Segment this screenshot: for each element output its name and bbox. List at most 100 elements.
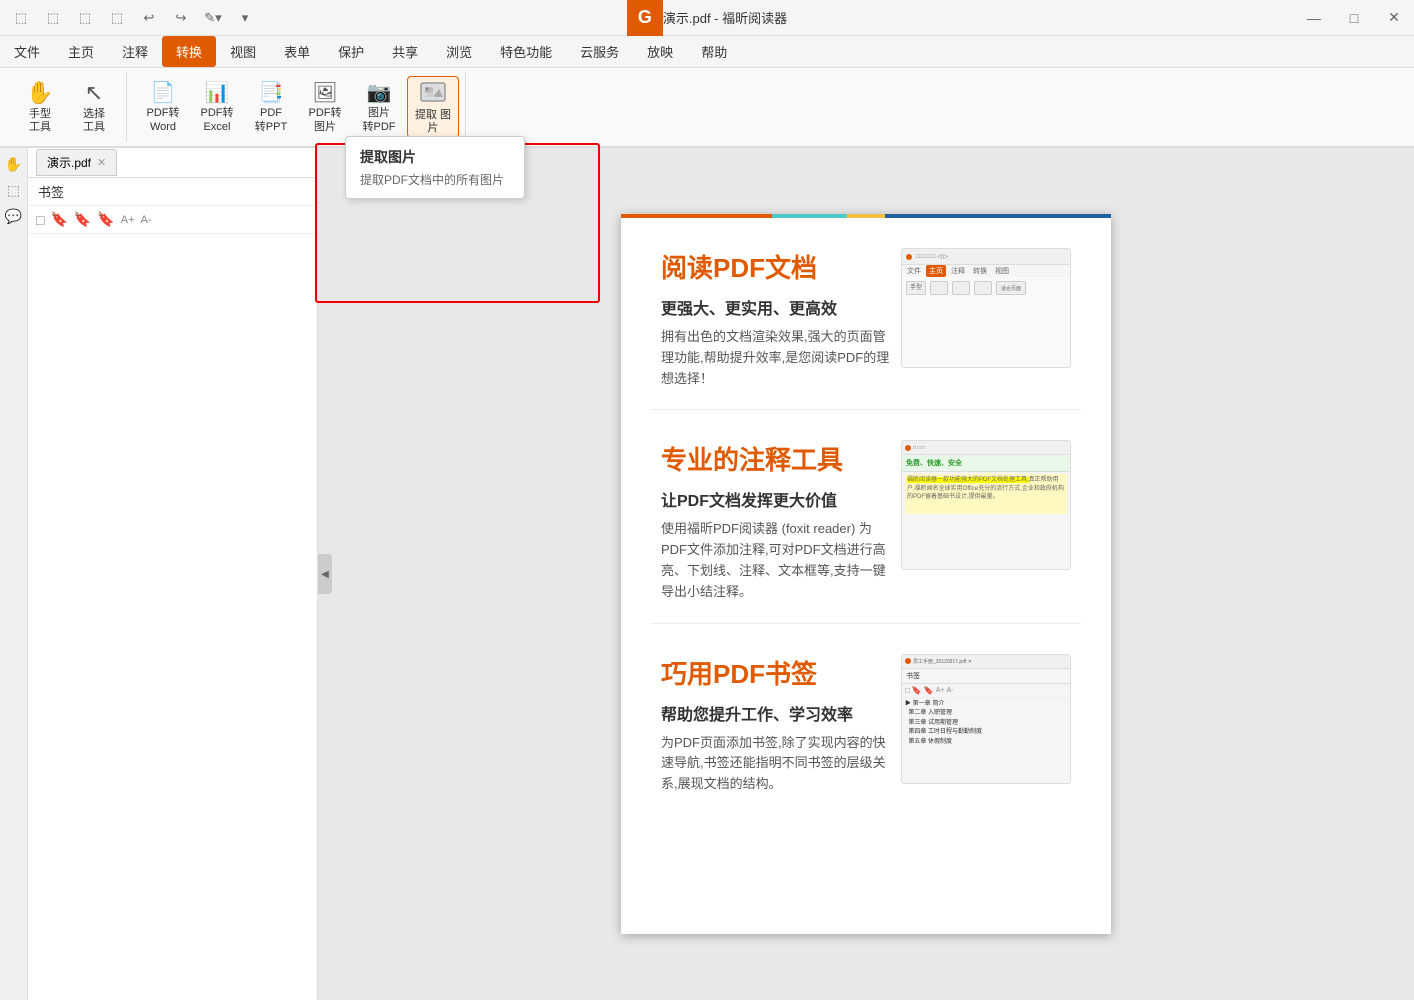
menu-convert[interactable]: 转换 <box>162 36 216 67</box>
copy-icon[interactable]: ⬚ <box>38 0 68 35</box>
menu-home[interactable]: 主页 <box>54 36 108 67</box>
select-icon: ↖ <box>85 80 103 106</box>
mini-btn-4 <box>974 281 992 295</box>
app-logo[interactable]: G <box>627 0 663 36</box>
close-button[interactable]: ✕ <box>1374 0 1414 35</box>
mini-tab-convert: 转换 <box>970 265 990 277</box>
window-title: 演示.pdf - 福昕阅读器 <box>663 8 787 27</box>
mini-btn-3 <box>952 281 970 295</box>
minimize-button[interactable]: — <box>1294 0 1334 35</box>
print-icon[interactable]: ⬚ <box>70 0 100 35</box>
pdf-to-word-button[interactable]: 📄 PDF转Word <box>137 76 189 138</box>
hand-tool-button[interactable]: ✋ 手型工具 <box>14 76 66 138</box>
undo-icon[interactable]: ↩ <box>134 0 164 35</box>
file-tab-close[interactable]: ✕ <box>97 156 106 169</box>
title-bar: G ⬚ ⬚ ⬚ ⬚ ↩ ↪ ✎▾ ▾ 演示.pdf - 福昕阅读器 — □ ✕ <box>0 0 1414 36</box>
menu-browse[interactable]: 浏览 <box>432 36 486 67</box>
image-pdf-label: 图片转PDF <box>363 107 396 133</box>
pdf-to-image-button[interactable]: 🖼 PDF转图片 <box>299 76 351 138</box>
menu-form[interactable]: 表单 <box>270 36 324 67</box>
hand-tool-label: 手型工具 <box>29 108 51 134</box>
mini-content: 手型 适合页面 <box>902 277 1070 368</box>
mini-screenshot-1: □ □ □ □ ◁ ▷ 文件 主页 注释 转换 视图 手型 <box>901 248 1071 368</box>
file-tab-name: 演示.pdf <box>47 154 91 171</box>
bookmark-icon-4[interactable]: 🔖 <box>97 211 114 228</box>
mini3-top: 员工手册_20120917.pdf ✕ <box>902 655 1070 669</box>
file-tab[interactable]: 演示.pdf ✕ <box>36 149 117 176</box>
content-area: ◀ □ □ □ □ ◁ ▷ 文件 <box>318 148 1414 1000</box>
mini-top-bar: □ □ □ □ ◁ ▷ <box>902 249 1070 265</box>
mini3-bm-item-3: 第三章 试用期管理 <box>905 719 1067 729</box>
menu-bar: 文件 主页 注释 转换 视图 表单 保护 共享 浏览 特色功能 云服务 放映 帮… <box>0 36 1414 68</box>
bookmark-icon-5[interactable]: A+ <box>121 214 135 226</box>
redo-icon[interactable]: ↪ <box>166 0 196 35</box>
menu-file[interactable]: 文件 <box>0 36 54 67</box>
mini-tab-view: 视图 <box>992 265 1012 277</box>
pdf-excel-label: PDF转Excel <box>201 107 234 133</box>
mini-select-all: 适合页面 <box>996 281 1026 295</box>
mini2-banner: 免费、快速、安全 <box>902 455 1070 472</box>
panel-section-label: 书签 <box>28 178 317 206</box>
pdf-to-ppt-button[interactable]: 📑 PDF转PPT <box>245 76 297 138</box>
pdf-word-icon: 📄 <box>151 80 176 105</box>
more-icon[interactable]: ▾ <box>230 0 260 35</box>
side-tab-page[interactable]: ⬚ <box>2 178 26 202</box>
menu-help[interactable]: 帮助 <box>687 36 741 67</box>
mini-btn-2 <box>930 281 948 295</box>
mini3-bm-item-4: 第四章 工时日程与勤勤制度 <box>905 728 1067 738</box>
mini3-bm-item-1: ▶ 第一章 简介 <box>905 700 1067 710</box>
menu-view[interactable]: 视图 <box>216 36 270 67</box>
maximize-button[interactable]: □ <box>1334 0 1374 35</box>
mini2-yellow-highlight: 福昕阅读器一款功能强大的PDF文档处理工具, <box>907 477 1029 483</box>
side-tabs: ✋ ⬚ 💬 <box>0 148 28 1000</box>
mini3-bookmark-label: 书签 <box>902 669 1070 684</box>
bookmark-icon-2[interactable]: 🔖 <box>50 211 67 228</box>
pdf-ppt-icon: 📑 <box>259 80 284 105</box>
image-to-pdf-button[interactable]: 📷 图片转PDF <box>353 76 405 138</box>
menu-protect[interactable]: 保护 <box>324 36 378 67</box>
new-icon[interactable]: ⬚ <box>6 0 36 35</box>
side-tab-hand[interactable]: ✋ <box>2 152 26 176</box>
menu-annotate[interactable]: 注释 <box>108 36 162 67</box>
select-tool-button[interactable]: ↖ 选择工具 <box>68 76 120 138</box>
color-bar-blue <box>885 214 1111 218</box>
menu-share[interactable]: 共享 <box>378 36 432 67</box>
tooltip-popup: 提取图片 提取PDF文档中的所有图片 <box>345 136 525 199</box>
mini-tab-note: 注释 <box>948 265 968 277</box>
bookmark-icon-1[interactable]: □ <box>36 212 44 228</box>
bookmark-icon-3[interactable]: 🔖 <box>74 211 91 228</box>
tooltip-description: 提取PDF文档中的所有图片 <box>360 171 510 188</box>
new-doc-icon[interactable]: ⬚ <box>102 0 132 35</box>
image-pdf-icon: 📷 <box>367 80 392 105</box>
pdf-excel-icon: 📊 <box>205 80 230 105</box>
mini3-bm-a-minus: A- <box>947 687 954 694</box>
mini-btn-1: 手型 <box>906 281 926 295</box>
pdf-to-excel-button[interactable]: 📊 PDF转Excel <box>191 76 243 138</box>
mini2-top: □ □ □ <box>902 441 1070 455</box>
window-controls: — □ ✕ <box>1294 0 1414 35</box>
mini2-highlight: 福昕阅读器一款功能强大的PDF文档处理工具,真正帮助用户,福昕闻名全球实用Off… <box>905 474 1067 514</box>
select-tool-label: 选择工具 <box>83 108 105 134</box>
collapse-panel-button[interactable]: ◀ <box>318 554 332 594</box>
pdf-image-icon: 🖼 <box>312 80 337 105</box>
extract-image-label: 提取 图片 <box>412 109 454 135</box>
mini-toolbar: 手型 适合页面 <box>906 281 1066 295</box>
menu-present[interactable]: 放映 <box>633 36 687 67</box>
side-tab-comment[interactable]: 💬 <box>2 204 26 228</box>
color-bar-yellow <box>847 214 885 218</box>
menu-cloud[interactable]: 云服务 <box>566 36 633 67</box>
mini3-bm-a-plus: A+ <box>936 687 945 694</box>
main-area: ✋ ⬚ 💬 演示.pdf ✕ 书签 □ 🔖 🔖 🔖 A+ A- ◀ <box>0 148 1414 1000</box>
mini3-bm-icon2: 🔖 <box>912 686 922 695</box>
color-bar-orange <box>621 214 772 218</box>
mini-screenshot-2: □ □ □ 免费、快速、安全 福昕阅读器一款功能强大的PDF文档处理工具,真正帮… <box>901 440 1071 570</box>
bookmark-toolbar: □ 🔖 🔖 🔖 A+ A- <box>28 206 317 234</box>
bookmark-icon-6[interactable]: A- <box>141 214 152 226</box>
mini3-bm-icon1: □ <box>905 686 910 695</box>
mini-screenshot-3: 员工手册_20120917.pdf ✕ 书签 □ 🔖 🔖 A+ A- ▶ 第一章… <box>901 654 1071 784</box>
menu-special[interactable]: 特色功能 <box>486 36 566 67</box>
titlebar-icons: ⬚ ⬚ ⬚ ⬚ ↩ ↪ ✎▾ ▾ <box>0 0 260 35</box>
tooltip-title: 提取图片 <box>360 147 510 167</box>
extract-image-button[interactable]: 提取 图片 <box>407 76 459 138</box>
tools-icon[interactable]: ✎▾ <box>198 0 228 35</box>
